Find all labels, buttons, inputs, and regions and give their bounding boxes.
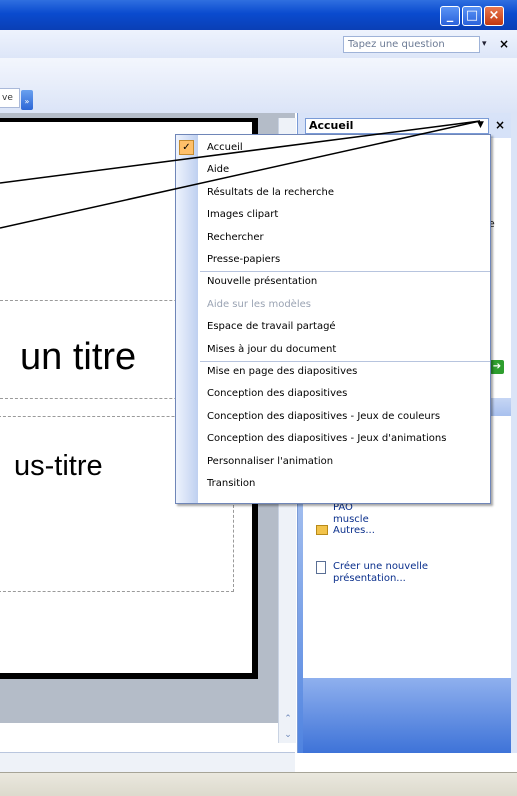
callout-lines: [0, 120, 481, 229]
powerpoint-window: _ □ × Tapez une question ▾ × ve » un tit…: [0, 0, 517, 796]
